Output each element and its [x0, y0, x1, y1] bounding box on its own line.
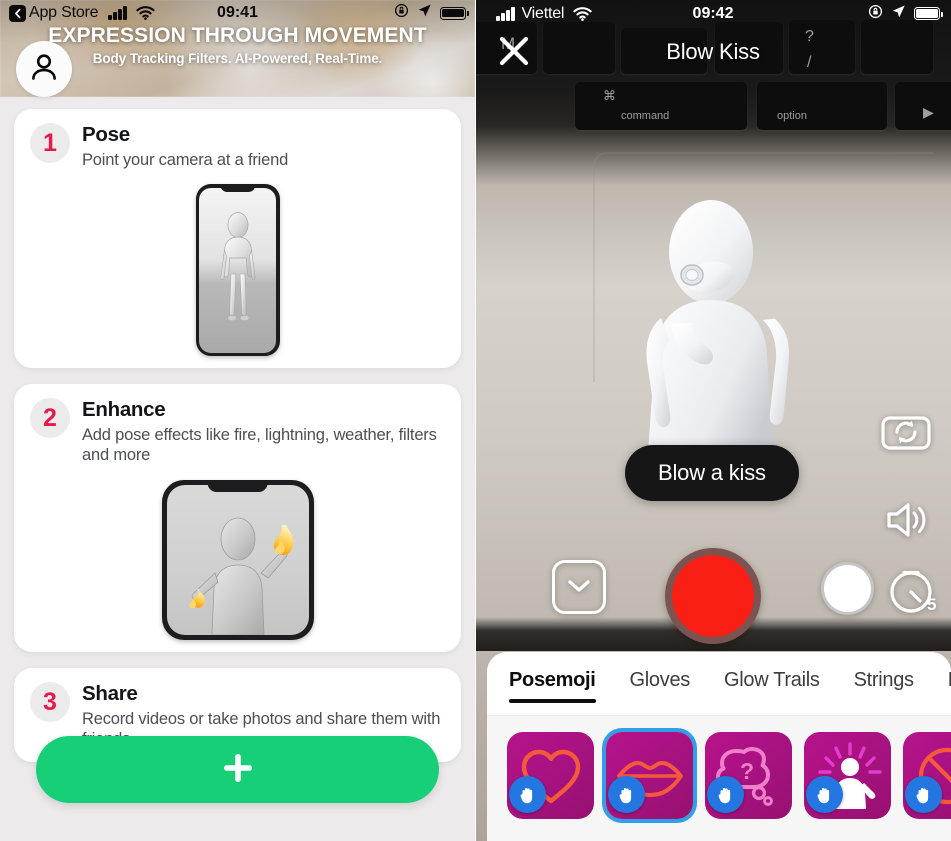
filter-thumb-lips[interactable] [606, 732, 693, 819]
card-header: 2 Enhance Add pose effects like fire, li… [30, 398, 445, 466]
tab-posemoji[interactable]: Posemoji [509, 669, 596, 703]
timer-icon: 5 [887, 563, 941, 620]
camera-flip-icon [880, 411, 932, 456]
tab-gloves[interactable]: Gloves [630, 669, 691, 703]
trackpad-seam [595, 152, 885, 154]
hand-icon [707, 776, 744, 813]
battery-full-icon [440, 6, 469, 20]
flip-camera-button[interactable] [878, 405, 934, 461]
mannequin-standing-icon [220, 211, 255, 321]
step-title: Pose [82, 123, 130, 146]
speaker-icon [883, 499, 929, 544]
sound-toggle-button[interactable] [878, 493, 934, 549]
onboarding-steps-list: 1 Pose Point your camera at a friend 2 E… [0, 97, 475, 841]
cellular-signal-icon [108, 6, 127, 20]
phone-screen [166, 485, 309, 635]
status-right-icons [868, 4, 943, 24]
back-label: App Store [29, 4, 99, 21]
battery-full-icon [914, 7, 943, 20]
photo-shutter-button[interactable] [821, 562, 874, 615]
step-card-enhance[interactable]: 2 Enhance Add pose effects like fire, li… [14, 384, 461, 652]
camera-nav-bar: Blow Kiss [475, 30, 951, 74]
filter-thumb-circle-slash[interactable] [903, 732, 951, 819]
phone-preview [30, 184, 445, 357]
step-description: Add pose effects like fire, lightning, w… [82, 425, 437, 465]
dual-screenshot-root: App Store 09:41 EXPRESSION THROUGH MOVEM… [0, 0, 951, 841]
status-right-icons [394, 3, 469, 23]
step-description: Point your camera at a friend [82, 150, 289, 169]
cellular-signal-icon [496, 6, 515, 21]
phone-fire-effect-preview [161, 480, 314, 640]
filter-category-tabs: Posemoji Gloves Glow Trails Strings Fi [487, 652, 951, 716]
step-number-badge: 3 [30, 682, 70, 722]
tab-strings[interactable]: Strings [854, 669, 914, 703]
timer-button[interactable]: 5 [885, 562, 943, 620]
plus-icon [218, 748, 258, 791]
close-x-icon [497, 34, 531, 71]
filter-sheet: Posemoji Gloves Glow Trails Strings Fi [487, 652, 951, 841]
carrier-name: Viettel [521, 4, 565, 22]
filter-thumb-heart[interactable] [507, 732, 594, 819]
record-button[interactable] [665, 548, 761, 644]
phone-preview [30, 480, 445, 640]
wifi-icon [136, 6, 155, 20]
hand-icon [608, 776, 645, 813]
hand-icon [806, 776, 843, 813]
step-number-badge: 2 [30, 398, 70, 439]
phone-notch [207, 480, 268, 492]
camera-bottom-controls: 5 [475, 548, 951, 644]
status-bar-right: Viettel 09:42 [475, 0, 951, 27]
chevron-left-icon [9, 4, 26, 22]
step-title: Share [82, 682, 138, 705]
screenshot-divider [475, 0, 476, 841]
back-to-app-store-button[interactable]: App Store [9, 4, 99, 22]
location-arrow-icon [891, 4, 906, 24]
hand-icon [905, 776, 942, 813]
filter-thumbnail-row: ? [487, 716, 951, 841]
page-title: Blow Kiss [666, 39, 760, 64]
status-bar-left: App Store 09:41 [0, 0, 475, 26]
mannequin-fire-icon [188, 517, 294, 635]
step-title: Enhance [82, 398, 166, 422]
chevron-down-square-icon [566, 577, 592, 598]
filter-thumb-thought-bubble[interactable]: ? [705, 732, 792, 819]
phone-mannequin-preview [195, 184, 280, 357]
svg-text:?: ? [740, 758, 754, 784]
wifi-icon [573, 6, 592, 21]
status-time: 09:42 [692, 4, 734, 22]
tab-glow-trails[interactable]: Glow Trails [724, 669, 820, 703]
profile-avatar-button[interactable] [16, 41, 72, 97]
right-camera-screen: M ? / ⌘ command option ▶ Viettel 09:42 [475, 0, 951, 841]
phone-notch [219, 184, 256, 193]
add-create-button[interactable] [36, 736, 439, 803]
step-number-badge: 1 [30, 123, 70, 163]
location-arrow-icon [417, 3, 432, 23]
rotation-lock-icon [394, 3, 409, 23]
filter-thumb-shine-person[interactable] [804, 732, 891, 819]
rotation-lock-icon [868, 4, 883, 24]
status-time: 09:41 [217, 4, 258, 21]
download-button[interactable] [552, 560, 606, 614]
phone-screen [199, 187, 276, 353]
card-header: 1 Pose Point your camera at a friend [30, 123, 445, 170]
step-card-pose[interactable]: 1 Pose Point your camera at a friend [14, 109, 461, 369]
pose-prompt-pill: Blow a kiss [625, 445, 799, 501]
mannequin-blow-kiss-icon [646, 200, 790, 466]
svg-text:5: 5 [927, 595, 936, 614]
person-avatar-icon [27, 50, 61, 89]
hand-icon [509, 776, 546, 813]
close-button[interactable] [493, 31, 535, 73]
hero-title: EXPRESSION THROUGH MOVEMENT [48, 24, 427, 47]
left-onboarding-screen: App Store 09:41 EXPRESSION THROUGH MOVEM… [0, 0, 475, 841]
